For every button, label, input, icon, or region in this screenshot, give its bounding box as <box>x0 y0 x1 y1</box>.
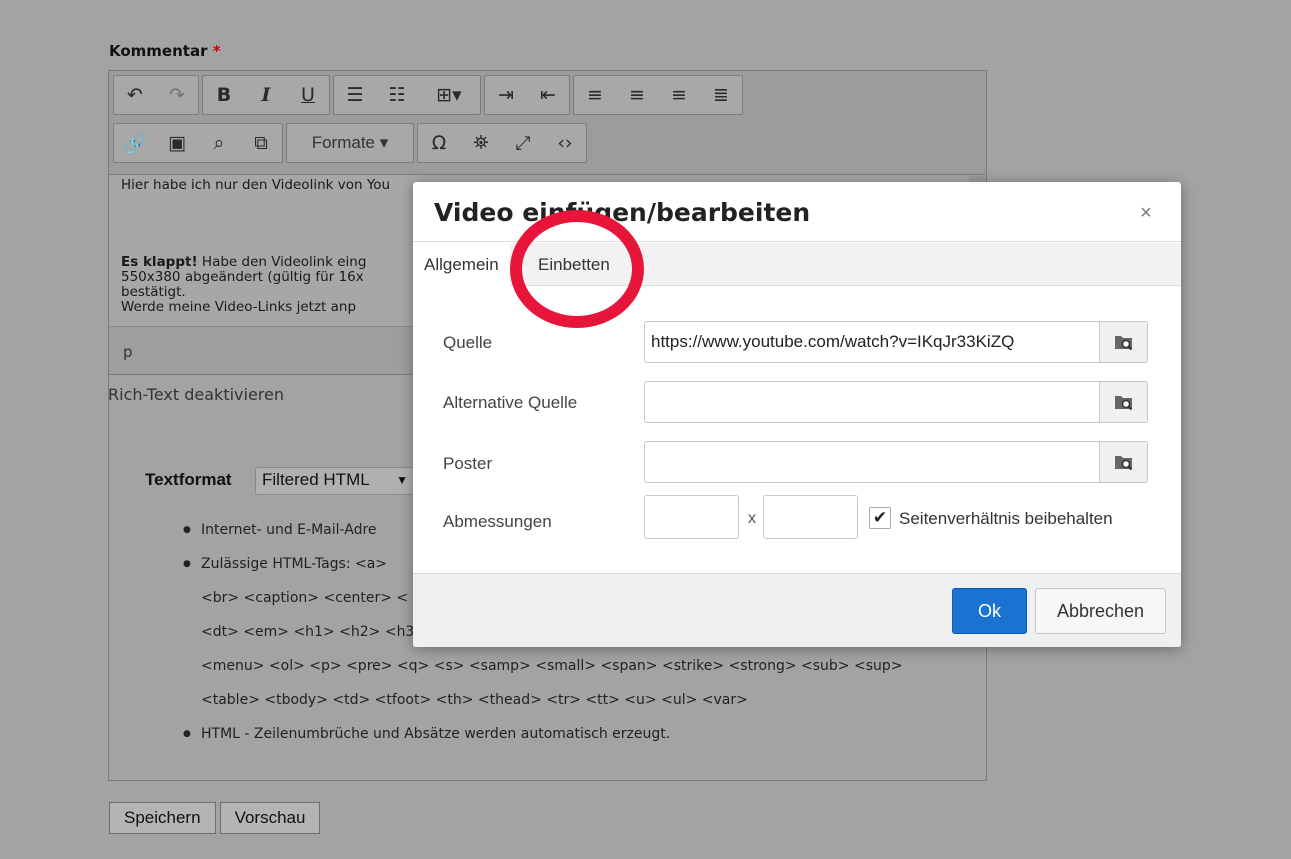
poster-label: Poster <box>443 454 493 473</box>
toolbar-row-1: ↶ ↷ B I U ☰ ☷ ⊞▾ ⇥ ⇤ ≡ ≡ ≡ ≣ <box>113 75 743 115</box>
formatting-group: B I U <box>202 75 330 115</box>
tools-group: Ω ⛯ ⤢ ‹› <box>417 123 587 163</box>
indent-group: ⇥ ⇤ <box>484 75 570 115</box>
text-format-selected: Filtered HTML <box>262 470 370 489</box>
italic-button[interactable]: I <box>245 76 287 114</box>
align-right-button[interactable]: ≡ <box>658 76 700 114</box>
toolbar-row-2: 🔗 ▣ ⌕ ⧉ Formate ▾ Ω ⛯ ⤢ ‹› <box>113 123 587 163</box>
editor-toolbar: ↶ ↷ B I U ☰ ☷ ⊞▾ ⇥ ⇤ ≡ ≡ ≡ ≣ 🔗 ▣ ⌕ ⧉ For… <box>109 71 986 175</box>
video-dialog: Video einfügen/bearbeiten × Allgemein Ei… <box>413 182 1181 647</box>
tab-general[interactable]: Allgemein <box>413 243 510 287</box>
width-input[interactable] <box>644 495 739 539</box>
folder-search-icon <box>1114 396 1132 411</box>
dimension-separator: x <box>748 510 756 527</box>
format-tip-text: <table> <tbody> <td> <tfoot> <th> <thead… <box>201 692 748 708</box>
align-center-button[interactable]: ≡ <box>616 76 658 114</box>
dialog-tabs: Allgemein Einbetten <box>413 243 1181 287</box>
source-code-button[interactable]: ‹› <box>544 124 586 162</box>
formats-dropdown[interactable]: Formate ▾ <box>287 124 413 162</box>
chevron-down-icon: ▼ <box>396 473 408 487</box>
content-bold-text: Es klappt! <box>121 254 198 270</box>
required-mark: * <box>212 42 221 60</box>
link-button[interactable]: 🔗 <box>114 124 156 162</box>
alt-source-label: Alternative Quelle <box>443 393 578 412</box>
comment-label-text: Kommentar <box>109 42 208 60</box>
history-group: ↶ ↷ <box>113 75 199 115</box>
fullscreen-button[interactable]: ⤢ <box>502 124 544 162</box>
image-button[interactable]: ▣ <box>156 124 198 162</box>
constrain-checkbox[interactable]: ✔ <box>869 507 891 529</box>
height-input[interactable] <box>763 495 858 539</box>
save-button[interactable]: Speichern <box>109 802 216 834</box>
alt-source-input[interactable] <box>644 381 1100 423</box>
text-format-label: Textformat <box>145 470 232 489</box>
media-button[interactable]: ⧉ <box>240 124 282 162</box>
format-tip-text: Zulässige HTML-Tags: <a> <box>201 556 388 572</box>
folder-search-icon <box>1114 336 1132 351</box>
element-path[interactable]: p <box>123 343 133 361</box>
constrain-label: Seitenverhältnis beibehalten <box>899 509 1113 528</box>
alt-source-browse-button[interactable] <box>1100 381 1148 423</box>
align-group: ≡ ≡ ≡ ≣ <box>573 75 743 115</box>
folder-search-icon <box>1114 456 1132 471</box>
media-browse-button[interactable]: ⌕ <box>198 124 240 162</box>
find-replace-button[interactable]: ⛯ <box>460 124 502 162</box>
dialog-header: Video einfügen/bearbeiten × <box>413 182 1181 242</box>
comment-label: Kommentar * <box>109 42 221 60</box>
outdent-button[interactable]: ⇤ <box>527 76 569 114</box>
text-format-select[interactable]: Filtered HTML ▼ <box>255 467 415 495</box>
redo-button[interactable]: ↷ <box>156 76 198 114</box>
align-left-button[interactable]: ≡ <box>574 76 616 114</box>
content-text: Habe den Videolink eing <box>197 254 367 270</box>
special-character-button[interactable]: Ω <box>418 124 460 162</box>
dialog-footer: Ok Abbrechen <box>413 573 1181 647</box>
source-browse-button[interactable] <box>1100 321 1148 363</box>
format-tip-text: <menu> <ol> <p> <pre> <q> <s> <samp> <sm… <box>201 658 903 674</box>
dimensions-label: Abmessungen <box>443 512 552 531</box>
list-group: ☰ ☷ ⊞▾ <box>333 75 481 115</box>
cancel-button[interactable]: Abbrechen <box>1035 588 1166 634</box>
ok-button[interactable]: Ok <box>952 588 1027 634</box>
dialog-title: Video einfügen/bearbeiten <box>434 198 811 227</box>
close-icon[interactable]: × <box>1135 202 1157 225</box>
source-label: Quelle <box>443 333 493 352</box>
preview-button[interactable]: Vorschau <box>219 802 321 834</box>
rich-text-toggle-link[interactable]: Rich-Text deaktivieren <box>108 385 284 404</box>
underline-button[interactable]: U <box>287 76 329 114</box>
align-justify-button[interactable]: ≣ <box>700 76 742 114</box>
numbered-list-button[interactable]: ☷ <box>376 76 418 114</box>
insert-group: 🔗 ▣ ⌕ ⧉ <box>113 123 283 163</box>
format-tip: HTML - Zeilenumbrüche und Absätze werden… <box>183 717 943 751</box>
bold-button[interactable]: B <box>203 76 245 114</box>
source-input[interactable]: https://www.youtube.com/watch?v=IKqJr33K… <box>644 321 1100 363</box>
poster-input[interactable] <box>644 441 1100 483</box>
bullet-list-button[interactable]: ☰ <box>334 76 376 114</box>
table-button[interactable]: ⊞▾ <box>418 76 480 114</box>
indent-button[interactable]: ⇥ <box>485 76 527 114</box>
tab-embed[interactable]: Einbetten <box>527 243 621 286</box>
formats-group: Formate ▾ <box>286 123 414 163</box>
check-icon: ✔ <box>872 508 888 527</box>
form-actions: Speichern Vorschau <box>109 802 321 834</box>
poster-browse-button[interactable] <box>1100 441 1148 483</box>
undo-button[interactable]: ↶ <box>114 76 156 114</box>
